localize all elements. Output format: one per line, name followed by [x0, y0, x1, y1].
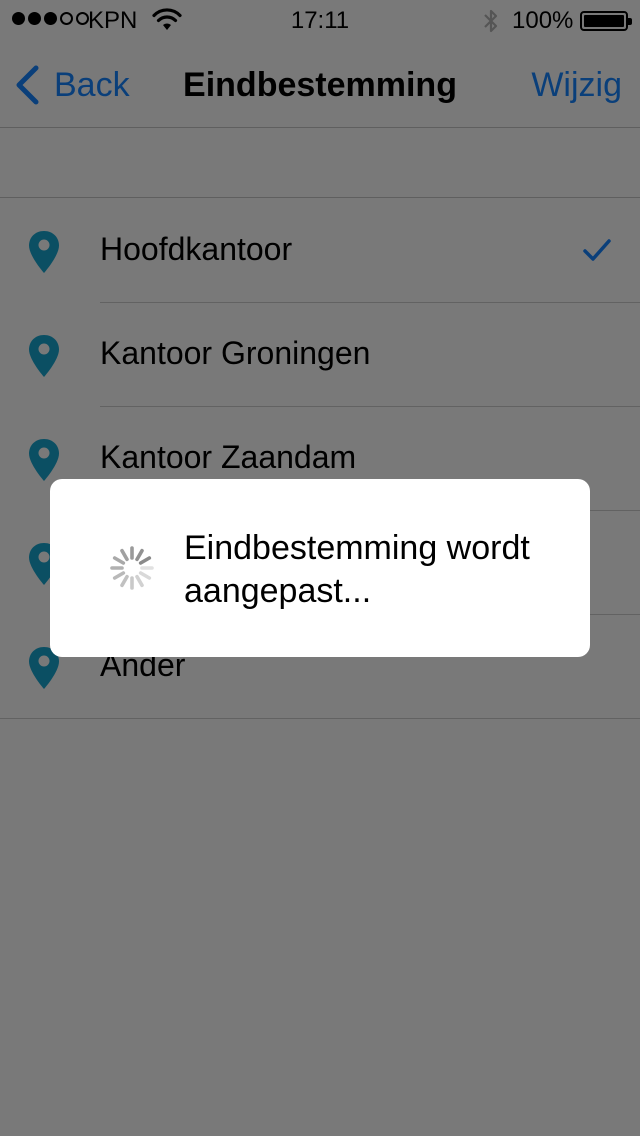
list-item-label: Hoofdkantoor: [100, 231, 293, 267]
location-pin-icon: [29, 335, 59, 377]
destination-item-2[interactable]: Kantoor Groningen: [0, 303, 640, 407]
activity-spinner-icon: [110, 546, 154, 590]
progress-dialog: Eindbestemming wordt aangepast...: [50, 479, 590, 657]
bluetooth-icon: [482, 8, 500, 42]
battery-percentage: 100%: [512, 7, 574, 34]
section-header-spacer: [0, 129, 640, 198]
battery-icon: [580, 11, 632, 31]
screen: KPN 17:11 100% Back Eindbestemming Wijzi…: [0, 0, 640, 1136]
spinner-spoke: [138, 571, 152, 580]
divider: [0, 718, 640, 719]
spinner-spoke: [120, 548, 129, 562]
spinner-spoke: [138, 556, 152, 565]
destination-item-1[interactable]: Hoofdkantoor: [0, 199, 640, 303]
checkmark-icon: [583, 239, 611, 261]
battery-level: [584, 15, 624, 27]
list-item-label: Kantoor Groningen: [100, 335, 371, 371]
spinner-spoke: [112, 556, 126, 565]
spinner-spoke: [135, 574, 144, 588]
status-bar: KPN 17:11 100%: [0, 0, 640, 40]
navigation-bar: Back Eindbestemming Wijzig: [0, 40, 640, 128]
spinner-spoke: [112, 571, 126, 580]
location-pin-icon: [29, 439, 59, 481]
progress-message: Eindbestemming wordt aangepast...: [184, 529, 530, 610]
spinner-spoke: [135, 548, 144, 562]
edit-button[interactable]: Wijzig: [531, 66, 622, 105]
location-pin-icon: [29, 231, 59, 273]
spinner-spoke: [120, 574, 129, 588]
list-item-label: Kantoor Zaandam: [100, 439, 357, 475]
